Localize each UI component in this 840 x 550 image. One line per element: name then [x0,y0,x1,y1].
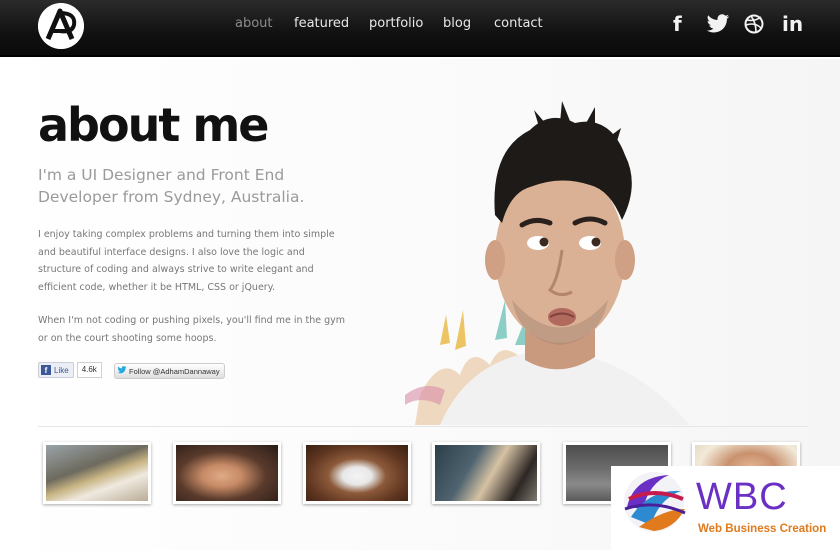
facebook-icon[interactable]: f [673,12,682,36]
twitter-icon[interactable] [706,14,730,39]
twitter-small-icon [117,366,127,376]
section-divider [38,426,808,427]
thumbnail-sunglasses-selfie[interactable] [173,442,281,504]
wbc-title: WBC [696,476,788,518]
wbc-watermark: WBC Web Business Creation [611,466,840,550]
thumbnail-image [176,445,278,501]
top-navigation-bar: about featured portfolio blog contact f … [0,0,840,57]
facebook-like-widget: f Like 4.6k [38,362,102,378]
nav-portfolio[interactable]: portfolio [369,16,423,31]
intro-subtitle: I'm a UI Designer and Front End Develope… [38,166,305,206]
nav-featured[interactable]: featured [294,16,349,31]
thumbnail-working-laptop[interactable] [432,442,540,504]
dribbble-icon[interactable] [744,14,764,39]
thumbnail-image [306,445,408,501]
thumbnail-image [435,445,537,501]
nav-about[interactable]: about [235,16,273,31]
nav-blog[interactable]: blog [443,16,471,31]
facebook-like-button[interactable]: f Like [38,362,74,378]
nav-contact[interactable]: contact [494,16,543,31]
like-count: 4.6k [76,362,102,378]
thumbnail-image [46,445,148,501]
wbc-subtitle: Web Business Creation [698,523,827,535]
profile-portrait [400,95,720,425]
bio-paragraph-2: When I'm not coding or pushing pixels, y… [38,315,346,344]
follow-label: Follow @AdhamDannaway [129,366,220,376]
bio-paragraph-1: I enjoy taking complex problems and turn… [38,229,335,293]
like-label: Like [54,365,69,375]
page-title: about me [38,98,269,152]
facebook-small-icon: f [41,365,51,375]
wbc-globe-icon [624,472,686,532]
thumbnail-coffee-mug[interactable] [303,442,411,504]
linkedin-icon[interactable]: in [782,12,803,36]
twitter-follow-button[interactable]: Follow @AdhamDannaway [114,363,225,379]
thumbnail-desk-setup[interactable] [43,442,151,504]
